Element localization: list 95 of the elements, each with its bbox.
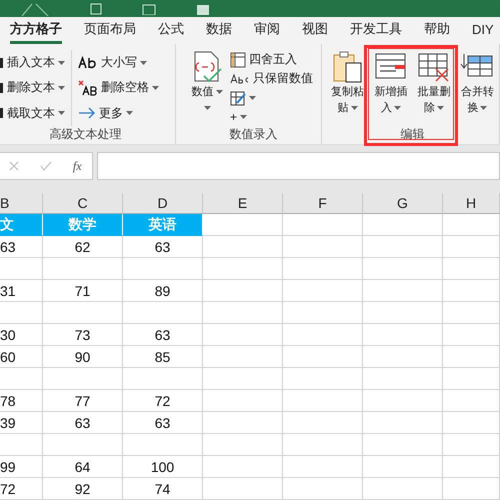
table-cell (0, 434, 43, 456)
table-cell: 85 (123, 346, 203, 368)
ribbon-tab[interactable]: 帮助 (424, 17, 450, 44)
table-cell: 71 (43, 280, 123, 302)
table-cell: 72 (0, 478, 43, 500)
header-cell: 文 (0, 214, 43, 236)
letters-icon (78, 54, 98, 71)
caret-icon (480, 106, 488, 110)
ribbon-button[interactable]: 更多 (78, 103, 159, 124)
table-cell (0, 302, 43, 324)
table-cell (443, 346, 500, 368)
ribbon-button[interactable]: 四舍五入 (230, 50, 313, 69)
table-cell: 89 (123, 280, 203, 302)
table-cell (0, 258, 43, 280)
table-cell: 100 (123, 456, 203, 478)
ribbon-button[interactable]: 新增插 入 (373, 50, 408, 126)
group-label: 编辑 (400, 126, 426, 143)
table-cell: 73 (43, 324, 123, 346)
ribbon-button[interactable]: 批量删 除 (416, 50, 452, 126)
toolbar-icon (142, 2, 156, 14)
ribbon-tab[interactable]: 页面布局 (84, 17, 136, 44)
caret-icon (350, 106, 358, 110)
table-cell (443, 368, 500, 390)
table-cell: 63 (123, 412, 203, 434)
table-cell: 63 (123, 324, 203, 346)
ribbon-button[interactable]: 删除空格 (78, 78, 159, 98)
group-label: 高级文本处理 (48, 126, 122, 143)
ribbon-button[interactable]: 插入文本 (0, 52, 65, 73)
caret-icon (204, 106, 210, 110)
toolbar-icon (196, 2, 210, 14)
ribbon-tab[interactable]: 审阅 (254, 17, 280, 44)
toolbar-icon (90, 2, 102, 14)
caret-icon (58, 111, 65, 116)
table-cell: 90 (43, 346, 123, 368)
ribbon-button[interactable]: 数值 (190, 50, 224, 126)
function-button[interactable]: fx (72, 158, 82, 174)
ribbon-button[interactable]: 合并转 换 (460, 50, 495, 126)
caret-icon (249, 96, 256, 100)
table-cell: 92 (43, 478, 123, 500)
caret-icon (240, 114, 248, 118)
ribbon-button[interactable]: 复制粘 贴 (330, 50, 366, 126)
table-cell: 63 (123, 236, 203, 258)
grid-pen-icon (230, 90, 246, 106)
table-cell (443, 478, 500, 500)
ribbon-tab[interactable]: 视图 (302, 17, 328, 44)
table-cell (443, 236, 500, 258)
table-cell (443, 456, 500, 478)
table-cell (443, 302, 500, 324)
table-cell (443, 280, 500, 302)
ribbon-tab[interactable]: 开发工具 (350, 17, 402, 44)
table-cell: 30 (0, 324, 43, 346)
table-cell: 99 (0, 456, 43, 478)
group-label: 数值录入 (228, 126, 278, 143)
ribbon-button[interactable]: + (230, 107, 313, 126)
close-icon[interactable] (9, 161, 20, 171)
caret-icon (58, 60, 65, 65)
caret-icon (394, 106, 401, 110)
table-cell: 72 (123, 390, 203, 412)
table-cell: 31 (0, 280, 43, 302)
caret-icon (152, 86, 159, 90)
table-cell (443, 214, 500, 236)
table-cell: 64 (43, 456, 123, 478)
table-cell (443, 258, 500, 280)
table-cell: 74 (123, 478, 203, 500)
ribbon-tab[interactable]: 公式 (158, 17, 184, 44)
caret-icon (216, 90, 222, 94)
caret-icon (140, 60, 147, 65)
table-cell: 77 (43, 390, 123, 412)
table-cell (443, 324, 500, 346)
table-cell (443, 412, 500, 434)
check-icon[interactable] (40, 161, 52, 171)
table-cell: 78 (0, 390, 43, 412)
header-cell: 数学 (43, 214, 123, 236)
ribbon-button[interactable]: 大小写 (78, 52, 159, 73)
table-cell: 60 (0, 346, 43, 368)
table-cell (443, 390, 500, 412)
table-cell: 63 (0, 236, 43, 258)
ribbon-button[interactable]: 截取文本 (0, 103, 65, 124)
table-cell: 62 (43, 236, 123, 258)
table-icon (230, 52, 246, 68)
toolbar-icon (20, 2, 50, 16)
ribbon-button[interactable]: 只保留数值 (230, 69, 313, 88)
ribbon-tab[interactable]: DIY (472, 17, 494, 44)
caret-icon (437, 106, 444, 110)
caret-icon (126, 111, 133, 116)
ribbon-tab[interactable]: 数据 (206, 17, 232, 44)
table-cell (0, 368, 43, 390)
table-cell (443, 434, 500, 456)
table-cell: 63 (43, 412, 123, 434)
caret-icon (58, 86, 65, 90)
table-cell: 39 (0, 412, 43, 434)
header-cell: 英语 (123, 214, 203, 236)
formula-field[interactable] (97, 152, 500, 180)
ribbon-button[interactable]: 删除文本 (0, 78, 65, 98)
delete-letters-icon (78, 80, 98, 96)
